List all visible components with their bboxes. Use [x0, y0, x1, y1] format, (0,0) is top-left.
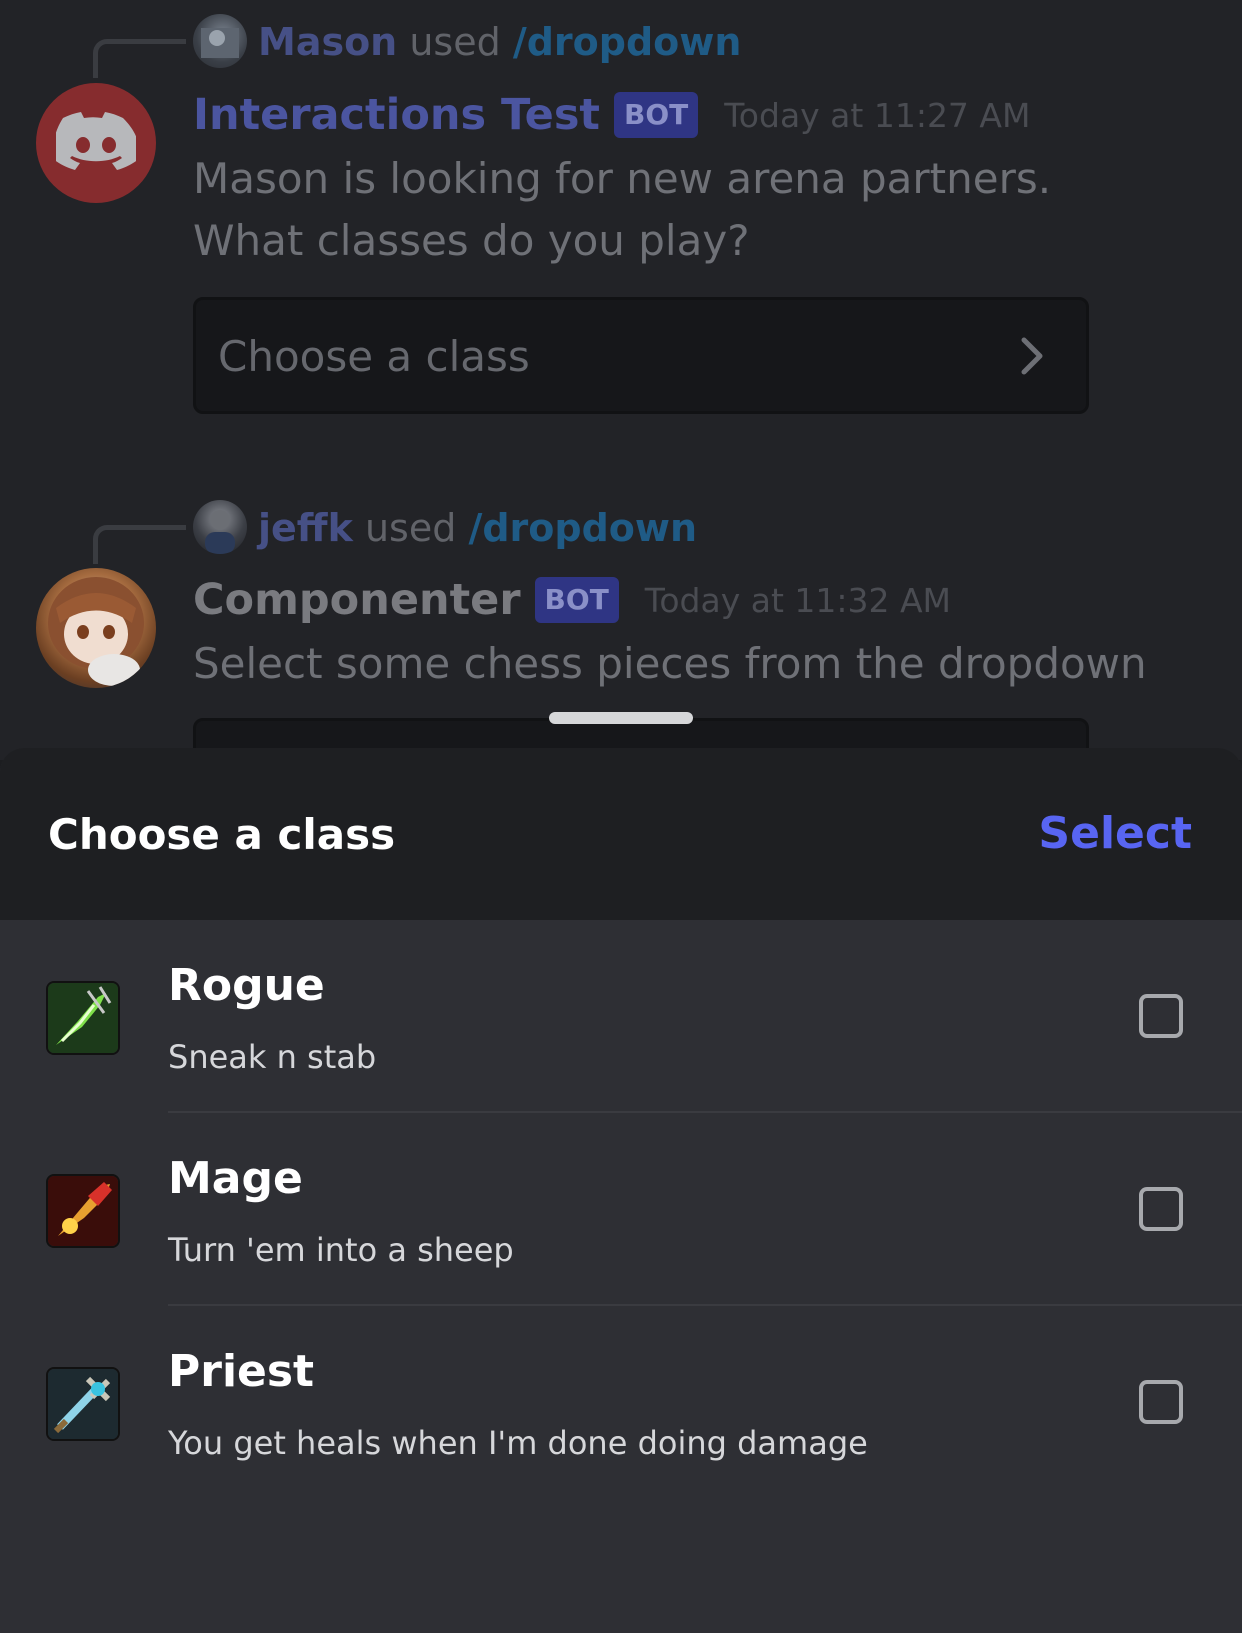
dropdown-placeholder: Choose a class: [218, 332, 530, 381]
bot-badge: BOT: [614, 92, 699, 138]
message-header: Componenter BOT Today at 11:32 AM: [193, 575, 951, 625]
mage-class-icon: [48, 1176, 118, 1246]
user-avatar-icon: [205, 510, 235, 554]
reply-avatar[interactable]: [193, 500, 247, 554]
reply-username[interactable]: Mason: [258, 20, 397, 64]
reply-command[interactable]: /dropdown: [468, 506, 697, 550]
chevron-right-icon: [1021, 337, 1043, 375]
bot-avatar[interactable]: [36, 568, 156, 688]
option-checkbox[interactable]: [1139, 1187, 1183, 1231]
select-bottom-sheet: Choose a class Select Rogue Sneak n stab: [0, 748, 1242, 1633]
reply-connector: [93, 39, 186, 78]
author-name[interactable]: Componenter: [193, 575, 521, 625]
message-body: Mason is looking for new arena partners.…: [193, 154, 1052, 265]
anime-character-avatar-icon: [48, 577, 144, 686]
reply-used-text: used: [409, 20, 501, 64]
rogue-class-icon: [48, 983, 118, 1053]
bot-badge: BOT: [534, 577, 619, 623]
author-name[interactable]: Interactions Test: [193, 90, 600, 140]
option-rogue[interactable]: Rogue Sneak n stab: [0, 920, 1242, 1113]
option-label: Mage: [168, 1153, 303, 1204]
option-description: Sneak n stab: [168, 1038, 377, 1076]
reply-connector: [93, 525, 186, 564]
select-button[interactable]: Select: [1038, 808, 1192, 859]
message-body: Select some chess pieces from the dropdo…: [193, 639, 1147, 688]
reply-avatar[interactable]: [193, 14, 247, 68]
option-label: Priest: [168, 1346, 315, 1397]
bot-avatar[interactable]: [36, 83, 156, 203]
discord-logo-icon: [56, 112, 136, 170]
message-timestamp: Today at 11:27 AM: [724, 95, 1031, 135]
reply-line-text: Mason used /dropdown: [258, 20, 741, 64]
priest-class-icon: [48, 1369, 118, 1439]
message-header: Interactions Test BOT Today at 11:27 AM: [193, 90, 1030, 140]
option-label: Rogue: [168, 960, 325, 1011]
reply-line-text: jeffk used /dropdown: [258, 506, 697, 550]
chat-background: Mason used /dropdown Interactions Test B…: [0, 0, 1242, 778]
sheet-drag-handle[interactable]: [549, 712, 693, 724]
sheet-title: Choose a class: [48, 810, 396, 859]
option-description: Turn 'em into a sheep: [168, 1231, 514, 1269]
reply-username[interactable]: jeffk: [258, 506, 353, 550]
option-description: You get heals when I'm done doing damage: [168, 1424, 868, 1462]
option-checkbox[interactable]: [1139, 994, 1183, 1038]
option-checkbox[interactable]: [1139, 1380, 1183, 1424]
reply-command[interactable]: /dropdown: [513, 20, 742, 64]
message-timestamp: Today at 11:32 AM: [644, 580, 952, 620]
option-priest[interactable]: Priest You get heals when I'm done doing…: [0, 1306, 1242, 1499]
class-dropdown[interactable]: Choose a class: [193, 297, 1089, 414]
reply-used-text: used: [364, 506, 457, 550]
sheet-header: Choose a class Select: [0, 748, 1242, 920]
user-avatar-icon: [201, 28, 239, 58]
option-mage[interactable]: Mage Turn 'em into a sheep: [0, 1113, 1242, 1306]
